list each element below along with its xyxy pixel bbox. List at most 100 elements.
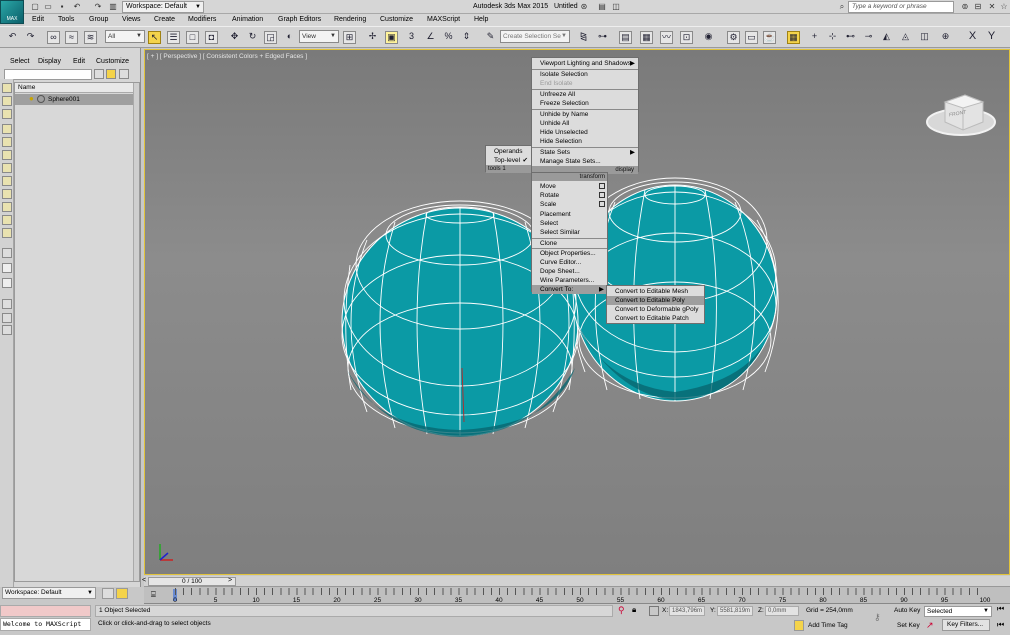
midpoint-snap-icon[interactable]: ⊷: [844, 31, 857, 44]
curve-editor-icon[interactable]: 〰: [660, 31, 673, 44]
edge-snap-icon[interactable]: ⊸: [862, 31, 875, 44]
display-geometry-icon[interactable]: [2, 124, 12, 134]
display-filter-icon[interactable]: [106, 69, 116, 79]
time-slider[interactable]: < 0 / 100 >: [142, 576, 1010, 587]
menu-item-unfreeze-all[interactable]: Unfreeze All: [532, 90, 638, 99]
key-tangent-icon[interactable]: ↗: [926, 620, 934, 631]
perspective-viewport[interactable]: [ + ] [ Perspective ] [ Consistent Color…: [144, 49, 1010, 575]
light-bulb-icon[interactable]: ●: [29, 94, 34, 104]
go-to-start-icon[interactable]: ⏮: [997, 604, 1004, 614]
face-snap-icon[interactable]: ◭: [880, 31, 893, 44]
menu-item-hide-selection[interactable]: Hide Selection: [532, 137, 638, 146]
menu-item-convert-editable-patch[interactable]: Convert to Editable Patch: [607, 314, 704, 323]
menu-item-convert-to[interactable]: Convert To: ▶: [532, 285, 607, 294]
display-xrefs-icon[interactable]: [2, 215, 12, 225]
hierarchy-icon[interactable]: [2, 313, 12, 323]
display-all-icon[interactable]: [2, 248, 12, 258]
scale-icon[interactable]: ◲: [264, 31, 277, 44]
endpoint-snap-icon[interactable]: ⊹: [826, 31, 839, 44]
window-crossing-icon[interactable]: ◘: [205, 31, 218, 44]
y-coordinate-field[interactable]: 5581,819m: [717, 606, 753, 616]
slider-prev-icon[interactable]: <: [142, 576, 146, 586]
reference-coordinate-dropdown[interactable]: View ▼: [299, 30, 339, 43]
isolate-toggle-icon[interactable]: ⚲: [618, 605, 625, 616]
settings-box-icon[interactable]: [599, 192, 605, 198]
selection-lock-icon[interactable]: 🔒︎: [632, 605, 636, 615]
selection-filter-dropdown[interactable]: All ▼: [105, 30, 145, 43]
menu-item-isolate-selection[interactable]: Isolate Selection: [532, 70, 638, 79]
menu-graph-editors[interactable]: Graph Editors: [278, 15, 321, 25]
redo-icon[interactable]: ↷: [24, 31, 37, 44]
se-menu-display[interactable]: Display: [38, 57, 61, 66]
scene-explorer-scrollbar[interactable]: [133, 83, 139, 581]
spinner-snap-icon[interactable]: ⇕: [460, 31, 473, 44]
settings-box-icon[interactable]: [599, 183, 605, 189]
key-mode-dropdown[interactable]: Selected ▼: [924, 606, 992, 617]
menu-item-operands[interactable]: Operands: [486, 147, 531, 156]
menu-item-wire-parameters[interactable]: Wire Parameters...: [532, 276, 607, 285]
select-and-link-icon[interactable]: ∞: [47, 31, 60, 44]
select-none-icon[interactable]: [2, 96, 12, 106]
menu-modifiers[interactable]: Modifiers: [188, 15, 216, 25]
se-menu-edit[interactable]: Edit: [73, 57, 85, 66]
bind-space-warp-icon[interactable]: ≋: [84, 31, 97, 44]
filter-icon[interactable]: [2, 299, 12, 309]
menu-item-top-level[interactable]: Top-level ✔: [486, 156, 531, 165]
axis-x-icon[interactable]: X: [966, 31, 979, 44]
save-icon[interactable]: ▪: [57, 2, 67, 11]
list-item[interactable]: ● Sphere001: [15, 94, 139, 105]
menu-create[interactable]: Create: [154, 15, 175, 25]
key-mode-toggle-icon[interactable]: ⏮: [997, 620, 1004, 630]
mirror-icon[interactable]: ⧎: [577, 31, 590, 44]
layer-manager-icon[interactable]: ▤: [619, 31, 632, 44]
viewport-layout-icon[interactable]: ◫: [611, 2, 621, 11]
move-icon[interactable]: ✥: [228, 31, 241, 44]
key-filters-button[interactable]: Key Filters...: [942, 619, 990, 631]
menu-item-manage-state-sets[interactable]: Manage State Sets...: [532, 157, 638, 166]
redo-quick-icon[interactable]: ↷: [93, 2, 103, 11]
place-icon[interactable]: ◐: [283, 31, 296, 44]
favorites-icon[interactable]: ☆: [999, 2, 1009, 11]
auto-key-button[interactable]: Auto Key: [894, 607, 920, 615]
maxscript-listener-output[interactable]: Welcome to MAXScript: [0, 618, 91, 631]
absolute-mode-icon[interactable]: [649, 606, 659, 616]
keyboard-shortcut-override-icon[interactable]: ▣: [385, 31, 398, 44]
slider-next-icon[interactable]: >: [228, 576, 232, 586]
menu-item-clone[interactable]: Clone: [532, 239, 607, 248]
pivot-center-icon[interactable]: ⊞: [343, 31, 356, 44]
named-selection-sets-dropdown[interactable]: Create Selection Se ▼: [500, 30, 570, 43]
menu-customize[interactable]: Customize: [380, 15, 413, 25]
application-button[interactable]: MAX: [0, 0, 24, 24]
undo-quick-icon[interactable]: ↶: [72, 2, 82, 11]
menu-views[interactable]: Views: [122, 15, 141, 25]
layer-icon[interactable]: [2, 325, 12, 335]
menu-maxscript[interactable]: MAXScript: [427, 15, 460, 25]
display-groups-icon[interactable]: [2, 202, 12, 212]
edit-named-selection-icon[interactable]: ✎: [484, 31, 497, 44]
workspace-dropdown-bottom[interactable]: Workspace: Default ▼: [2, 587, 96, 599]
render-production-icon[interactable]: ☕: [763, 31, 776, 44]
menu-animation[interactable]: Animation: [232, 15, 263, 25]
axis-y-icon[interactable]: Y: [985, 31, 998, 44]
snaps-2d-icon[interactable]: ▦: [787, 31, 800, 44]
infocenter-binoculars-icon[interactable]: ⊚: [960, 2, 970, 11]
menu-item-dope-sheet[interactable]: Dope Sheet...: [532, 267, 607, 276]
display-cameras-icon[interactable]: [2, 163, 12, 173]
z-coordinate-field[interactable]: 0,0mm: [765, 606, 799, 616]
select-object-icon[interactable]: ↖: [148, 31, 161, 44]
search-icon[interactable]: ⌕: [837, 2, 847, 11]
display-none-icon[interactable]: [2, 263, 12, 273]
menu-edit[interactable]: Edit: [32, 15, 44, 25]
bounding-box-snap-icon[interactable]: ◫: [918, 31, 931, 44]
material-editor-icon[interactable]: ◉: [702, 31, 715, 44]
select-all-icon[interactable]: [2, 83, 12, 93]
quick-access-icon[interactable]: [102, 588, 114, 599]
menu-group[interactable]: Group: [89, 15, 108, 25]
menu-item-convert-editable-mesh[interactable]: Convert to Editable Mesh: [607, 287, 704, 296]
se-menu-customize[interactable]: Customize: [96, 57, 129, 66]
time-slider-thumb[interactable]: 0 / 100: [148, 577, 236, 586]
menu-item-unhide-all[interactable]: Unhide All: [532, 119, 638, 128]
pivot-snap-icon[interactable]: ◬: [899, 31, 912, 44]
menu-rendering[interactable]: Rendering: [334, 15, 366, 25]
set-key-button[interactable]: Set Key: [897, 622, 920, 630]
